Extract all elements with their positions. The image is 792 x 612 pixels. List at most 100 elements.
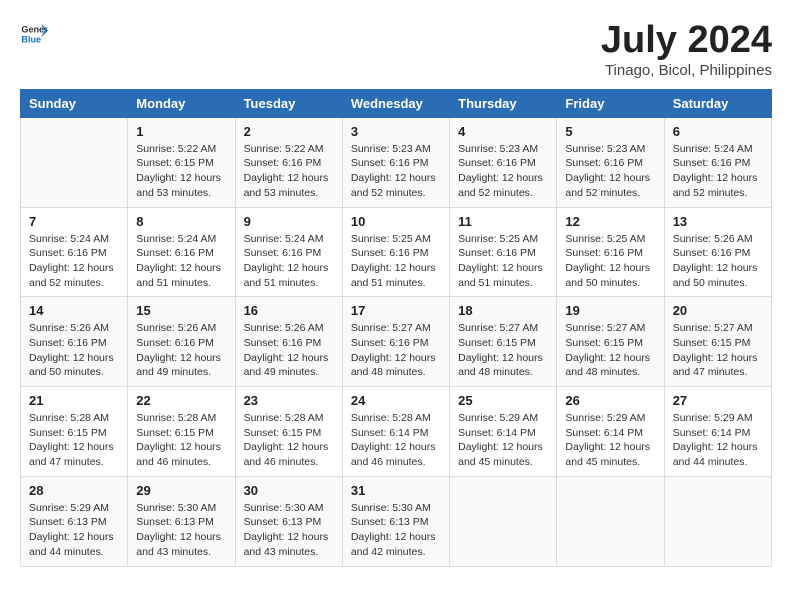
day-info: Sunrise: 5:23 AM Sunset: 6:16 PM Dayligh… [351, 142, 441, 201]
calendar-cell [21, 117, 128, 207]
calendar-cell: 2 Sunrise: 5:22 AM Sunset: 6:16 PM Daylig… [235, 117, 342, 207]
day-info: Sunrise: 5:24 AM Sunset: 6:16 PM Dayligh… [673, 142, 763, 201]
logo: General Blue [20, 20, 48, 48]
calendar-subtitle: Tinago, Bicol, Philippines [601, 62, 772, 79]
calendar-cell: 19 Sunrise: 5:27 AM Sunset: 6:15 PM Dayli… [557, 297, 664, 387]
calendar-cell: 15 Sunrise: 5:26 AM Sunset: 6:16 PM Dayli… [128, 297, 235, 387]
header-row: Sunday Monday Tuesday Wednesday Thursday… [21, 89, 772, 117]
day-info: Sunrise: 5:26 AM Sunset: 6:16 PM Dayligh… [673, 232, 763, 291]
day-info: Sunrise: 5:27 AM Sunset: 6:15 PM Dayligh… [458, 321, 548, 380]
day-number: 16 [244, 303, 334, 318]
calendar-cell: 21Sunrise: 5:28 AM Sunset: 6:15 PM Dayli… [21, 387, 128, 477]
calendar-cell: 30 Sunrise: 5:30 AM Sunset: 6:13 PM Dayli… [235, 476, 342, 566]
day-number: 27 [673, 393, 763, 408]
week-row-3: 14 Sunrise: 5:26 AM Sunset: 6:16 PM Dayli… [21, 297, 772, 387]
col-saturday: Saturday [664, 89, 771, 117]
day-info: Sunrise: 5:24 AM Sunset: 6:16 PM Dayligh… [244, 232, 334, 291]
calendar-cell [557, 476, 664, 566]
calendar-cell: 31Sunrise: 5:30 AM Sunset: 6:13 PM Dayli… [342, 476, 449, 566]
day-info: Sunrise: 5:24 AM Sunset: 6:16 PM Dayligh… [29, 232, 119, 291]
day-number: 24 [351, 393, 441, 408]
calendar-cell: 18 Sunrise: 5:27 AM Sunset: 6:15 PM Dayli… [450, 297, 557, 387]
week-row-2: 7 Sunrise: 5:24 AM Sunset: 6:16 PM Daylig… [21, 207, 772, 297]
day-info: Sunrise: 5:23 AM Sunset: 6:16 PM Dayligh… [565, 142, 655, 201]
day-number: 1 [136, 124, 226, 139]
col-sunday: Sunday [21, 89, 128, 117]
svg-text:Blue: Blue [21, 34, 41, 44]
calendar-cell: 7 Sunrise: 5:24 AM Sunset: 6:16 PM Daylig… [21, 207, 128, 297]
day-info: Sunrise: 5:30 AM Sunset: 6:13 PM Dayligh… [136, 501, 226, 560]
col-wednesday: Wednesday [342, 89, 449, 117]
calendar-cell: 10 Sunrise: 5:25 AM Sunset: 6:16 PM Dayli… [342, 207, 449, 297]
calendar-title: July 2024 [601, 20, 772, 62]
day-info: Sunrise: 5:25 AM Sunset: 6:16 PM Dayligh… [565, 232, 655, 291]
day-info: Sunrise: 5:22 AM Sunset: 6:15 PM Dayligh… [136, 142, 226, 201]
day-info: Sunrise: 5:29 AM Sunset: 6:14 PM Dayligh… [565, 411, 655, 470]
day-info: Sunrise: 5:27 AM Sunset: 6:15 PM Dayligh… [673, 321, 763, 380]
page-header: General Blue July 2024 Tinago, Bicol, Ph… [20, 20, 772, 79]
day-info: Sunrise: 5:22 AM Sunset: 6:16 PM Dayligh… [244, 142, 334, 201]
calendar-cell: 22 Sunrise: 5:28 AM Sunset: 6:15 PM Dayli… [128, 387, 235, 477]
day-info: Sunrise: 5:26 AM Sunset: 6:16 PM Dayligh… [136, 321, 226, 380]
day-info: Sunrise: 5:26 AM Sunset: 6:16 PM Dayligh… [244, 321, 334, 380]
day-info: Sunrise: 5:28 AM Sunset: 6:15 PM Dayligh… [244, 411, 334, 470]
day-number: 22 [136, 393, 226, 408]
calendar-cell: 27Sunrise: 5:29 AM Sunset: 6:14 PM Dayli… [664, 387, 771, 477]
calendar-cell: 3 Sunrise: 5:23 AM Sunset: 6:16 PM Daylig… [342, 117, 449, 207]
day-number: 31 [351, 483, 441, 498]
day-number: 9 [244, 214, 334, 229]
calendar-cell: 20 Sunrise: 5:27 AM Sunset: 6:15 PM Dayli… [664, 297, 771, 387]
calendar-cell: 11 Sunrise: 5:25 AM Sunset: 6:16 PM Dayli… [450, 207, 557, 297]
col-monday: Monday [128, 89, 235, 117]
day-number: 12 [565, 214, 655, 229]
calendar-cell: 23 Sunrise: 5:28 AM Sunset: 6:15 PM Dayli… [235, 387, 342, 477]
day-number: 13 [673, 214, 763, 229]
calendar-cell: 6 Sunrise: 5:24 AM Sunset: 6:16 PM Daylig… [664, 117, 771, 207]
day-number: 30 [244, 483, 334, 498]
day-number: 10 [351, 214, 441, 229]
day-info: Sunrise: 5:30 AM Sunset: 6:13 PM Dayligh… [244, 501, 334, 560]
day-number: 5 [565, 124, 655, 139]
calendar-cell: 1 Sunrise: 5:22 AM Sunset: 6:15 PM Daylig… [128, 117, 235, 207]
calendar-cell: 29Sunrise: 5:30 AM Sunset: 6:13 PM Dayli… [128, 476, 235, 566]
day-number: 20 [673, 303, 763, 318]
calendar-cell: 25 Sunrise: 5:29 AM Sunset: 6:14 PM Dayli… [450, 387, 557, 477]
day-info: Sunrise: 5:28 AM Sunset: 6:15 PM Dayligh… [136, 411, 226, 470]
day-number: 3 [351, 124, 441, 139]
calendar-cell: 14 Sunrise: 5:26 AM Sunset: 6:16 PM Dayli… [21, 297, 128, 387]
day-number: 17 [351, 303, 441, 318]
week-row-1: 1 Sunrise: 5:22 AM Sunset: 6:15 PM Daylig… [21, 117, 772, 207]
col-tuesday: Tuesday [235, 89, 342, 117]
day-number: 8 [136, 214, 226, 229]
week-row-5: 28Sunrise: 5:29 AM Sunset: 6:13 PM Dayli… [21, 476, 772, 566]
col-thursday: Thursday [450, 89, 557, 117]
calendar-cell [450, 476, 557, 566]
day-number: 2 [244, 124, 334, 139]
day-info: Sunrise: 5:23 AM Sunset: 6:16 PM Dayligh… [458, 142, 548, 201]
day-info: Sunrise: 5:27 AM Sunset: 6:16 PM Dayligh… [351, 321, 441, 380]
calendar-cell: 17 Sunrise: 5:27 AM Sunset: 6:16 PM Dayli… [342, 297, 449, 387]
day-info: Sunrise: 5:29 AM Sunset: 6:14 PM Dayligh… [458, 411, 548, 470]
day-info: Sunrise: 5:28 AM Sunset: 6:15 PM Dayligh… [29, 411, 119, 470]
day-number: 19 [565, 303, 655, 318]
day-number: 14 [29, 303, 119, 318]
calendar-cell: 8 Sunrise: 5:24 AM Sunset: 6:16 PM Daylig… [128, 207, 235, 297]
day-number: 25 [458, 393, 548, 408]
day-info: Sunrise: 5:27 AM Sunset: 6:15 PM Dayligh… [565, 321, 655, 380]
day-number: 23 [244, 393, 334, 408]
day-info: Sunrise: 5:24 AM Sunset: 6:16 PM Dayligh… [136, 232, 226, 291]
day-number: 18 [458, 303, 548, 318]
col-friday: Friday [557, 89, 664, 117]
day-number: 6 [673, 124, 763, 139]
calendar-cell: 28Sunrise: 5:29 AM Sunset: 6:13 PM Dayli… [21, 476, 128, 566]
day-number: 4 [458, 124, 548, 139]
title-block: July 2024 Tinago, Bicol, Philippines [601, 20, 772, 79]
day-info: Sunrise: 5:25 AM Sunset: 6:16 PM Dayligh… [351, 232, 441, 291]
calendar-header: Sunday Monday Tuesday Wednesday Thursday… [21, 89, 772, 117]
day-number: 15 [136, 303, 226, 318]
calendar-cell: 12 Sunrise: 5:25 AM Sunset: 6:16 PM Dayli… [557, 207, 664, 297]
day-info: Sunrise: 5:26 AM Sunset: 6:16 PM Dayligh… [29, 321, 119, 380]
day-number: 11 [458, 214, 548, 229]
day-info: Sunrise: 5:25 AM Sunset: 6:16 PM Dayligh… [458, 232, 548, 291]
day-number: 7 [29, 214, 119, 229]
